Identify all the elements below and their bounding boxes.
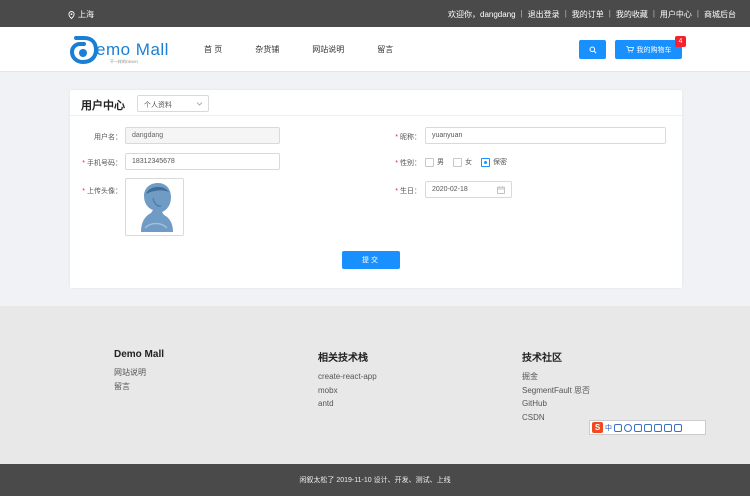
nav-about[interactable]: 网站说明 xyxy=(312,44,344,55)
gender-option-female[interactable]: 女 xyxy=(453,157,472,167)
cart-button[interactable]: 我的购物车 xyxy=(615,40,682,59)
user-icon xyxy=(654,423,662,432)
birthday-label: * 生日： xyxy=(395,188,421,195)
emoji-icon xyxy=(624,423,632,432)
footer-link-github[interactable]: GitHub xyxy=(522,397,590,411)
gender-label: * 性别： xyxy=(395,160,421,167)
cart-count-badge: 4 xyxy=(675,36,686,47)
location-label: 上海 xyxy=(78,10,94,19)
logo-subtitle: 不一样的DEMO xyxy=(110,59,138,64)
location-pin-icon xyxy=(68,10,75,19)
keyboard-icon xyxy=(644,423,652,432)
username-field[interactable]: dangdang xyxy=(125,127,280,144)
footer-link-about[interactable]: 网站说明 xyxy=(114,366,164,380)
location[interactable]: 上海 xyxy=(68,9,94,20)
footer-link-cra[interactable]: create-react-app xyxy=(318,370,377,384)
footer-col-tech-stack: 相关技术栈 create-react-app mobx antd xyxy=(318,349,377,411)
card-header: 用户中心 个人资料 xyxy=(70,90,682,116)
footer-col-title: Demo Mall xyxy=(114,349,165,360)
footer-link-mobx[interactable]: mobx xyxy=(318,384,377,398)
logout-link[interactable]: 退出登录 xyxy=(528,9,560,20)
calendar-icon xyxy=(497,186,505,194)
my-orders-link[interactable]: 我的订单 xyxy=(572,9,604,20)
footer-col-community: 技术社区 掘金 SegmentFault 思否 GitHub CSDN xyxy=(522,349,590,424)
section-select-value: 个人资料 xyxy=(144,102,172,109)
main-nav: 首 页 杂货铺 网站说明 留言 xyxy=(204,44,426,55)
footer-link-csdn[interactable]: CSDN xyxy=(522,411,590,425)
logo[interactable]: emo Mall 不一样的DEMO xyxy=(70,35,180,65)
top-links: 欢迎你，dangdang | 退出登录 | 我的订单 | 我的收藏 | 用户中心 | 商城… xyxy=(448,9,736,20)
skin-icon xyxy=(664,423,672,432)
phone-field[interactable]: 18312345678 xyxy=(125,153,280,170)
sogou-icon: S xyxy=(592,422,603,433)
submit-button[interactable]: 提交 xyxy=(342,251,400,269)
top-bar: 上海 欢迎你，dangdang | 退出登录 | 我的订单 | 我的收藏 | 用户中心 |… xyxy=(0,0,750,27)
nickname-label: * 昵称： xyxy=(395,134,421,141)
section-select[interactable]: 个人资料 xyxy=(137,95,209,112)
ime-mode-label: 中 xyxy=(605,424,612,432)
copyright-bar: 闲叙太松了 2019-11-10 设计、开发、测试、上线 xyxy=(0,464,750,496)
footer-link-segmentfault[interactable]: SegmentFault 思否 xyxy=(522,384,590,398)
avatar-upload[interactable] xyxy=(125,178,184,236)
phone-label: * 手机号码： xyxy=(82,160,122,167)
gender-radio-group: 男 女 保密 xyxy=(425,157,516,167)
cart-label: 我的购物车 xyxy=(636,46,672,54)
footer-link-juejin[interactable]: 掘金 xyxy=(522,370,590,384)
birthday-picker[interactable]: 2020-02-18 xyxy=(425,181,512,198)
microphone-icon xyxy=(634,423,642,432)
footer-col-title: 相关技术栈 xyxy=(318,353,368,364)
nickname-field[interactable]: yuanyuan xyxy=(425,127,666,144)
gender-option-male[interactable]: 男 xyxy=(425,157,444,167)
copyright-text: 闲叙太松了 2019-11-10 设计、开发、测试、上线 xyxy=(299,477,451,484)
punctuation-icon xyxy=(614,423,622,432)
page-title: 用户中心 xyxy=(81,100,125,112)
header: emo Mall 不一样的DEMO 首 页 杂货铺 网站说明 留言 我的购物车 xyxy=(0,27,750,72)
avatar-image xyxy=(140,183,173,232)
nav-home[interactable]: 首 页 xyxy=(204,44,222,55)
user-center-link[interactable]: 用户中心 xyxy=(660,9,692,20)
admin-link[interactable]: 商城后台 xyxy=(704,9,736,20)
username-label: 用户名： xyxy=(94,134,122,141)
nav-message[interactable]: 留言 xyxy=(377,44,393,55)
footer-link-message[interactable]: 留言 xyxy=(114,380,164,394)
ime-toolbar[interactable]: S 中 xyxy=(589,420,706,435)
gender-option-secret[interactable]: 保密 xyxy=(481,157,507,167)
logo-d-icon xyxy=(70,36,98,65)
search-button[interactable] xyxy=(579,40,606,59)
footer-col-demo-mall: Demo Mall 网站说明 留言 xyxy=(114,349,164,393)
logo-text: emo Mall xyxy=(96,40,169,59)
cart-icon xyxy=(625,46,634,53)
toolbox-icon xyxy=(674,423,682,432)
my-favorites-link[interactable]: 我的收藏 xyxy=(616,9,648,20)
footer-col-title: 技术社区 xyxy=(522,353,562,364)
welcome-link[interactable]: 欢迎你，dangdang xyxy=(448,9,516,20)
footer: Demo Mall 网站说明 留言 相关技术栈 create-react-app… xyxy=(0,306,750,464)
profile-card: 用户中心 个人资料 用户名： dangdang * 昵称： yuanyuan * 手… xyxy=(70,90,682,288)
nav-store[interactable]: 杂货铺 xyxy=(255,44,279,55)
footer-link-antd[interactable]: antd xyxy=(318,397,377,411)
search-icon xyxy=(589,46,597,54)
chevron-down-icon xyxy=(196,102,203,106)
avatar-label: * 上传头像： xyxy=(82,188,122,195)
